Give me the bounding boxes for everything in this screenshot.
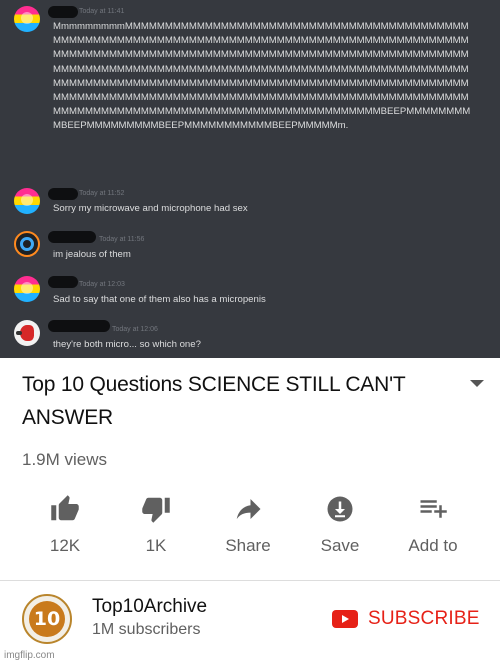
discord-chat: Today at 11:41 MmmmmmmmmMMMMMMMMMMMMMMMM… [0, 0, 500, 358]
redacted-username [48, 6, 78, 18]
message-timestamp: Today at 11:52 [79, 190, 125, 197]
thumbs-down-icon [142, 497, 170, 523]
video-title: Top 10 Questions SCIENCE STILL CAN'T ANS… [22, 373, 406, 429]
dislike-button[interactable]: 1K [119, 490, 193, 560]
portal-avatar[interactable] [14, 231, 40, 257]
message-timestamp: Today at 11:56 [99, 236, 145, 243]
save-icon [327, 496, 353, 522]
redacted-username [48, 320, 110, 332]
add-to-label: Add to [408, 536, 458, 555]
redacted-username [48, 276, 78, 288]
view-count: 1.9M views [22, 450, 108, 469]
share-button[interactable]: Share [211, 490, 285, 560]
subscribe-button[interactable]: SUBSCRIBE [332, 606, 492, 632]
like-count: 12K [49, 536, 81, 555]
redacted-username [48, 188, 78, 200]
message-timestamp: Today at 12:03 [79, 281, 125, 288]
message-text: Sad to say that one of them also has a m… [53, 294, 266, 305]
youtube-video-panel: Top 10 Questions SCIENCE STILL CAN'T ANS… [0, 358, 500, 664]
add-to-playlist-button[interactable]: Add to [396, 490, 470, 560]
message-text: MmmmmmmmmMMMMMMMMMMMMMMMMMMMMMMMMMMMMMMM… [53, 21, 471, 132]
dislike-count: 1K [145, 536, 167, 555]
add-to-playlist-icon [420, 500, 447, 518]
message-timestamp: Today at 12:06 [112, 326, 158, 333]
thumbs-up-icon [51, 495, 79, 521]
message-text: Sorry my microwave and microphone had se… [53, 203, 248, 214]
share-icon [236, 499, 261, 519]
message-text: im jealous of them [53, 249, 131, 260]
subscriber-count: 1M subscribers [92, 621, 201, 638]
channel-name[interactable]: Top10Archive [92, 596, 207, 618]
imgflip-watermark: imgflip.com [4, 650, 55, 661]
channel-row: 10 Top10Archive 1M subscribers SUBSCRIBE [0, 590, 500, 650]
message-text: they're both micro... so which one? [53, 339, 201, 350]
red-bird-avatar[interactable] [14, 320, 40, 346]
section-divider [0, 580, 500, 581]
message-timestamp: Today at 11:41 [79, 8, 125, 15]
expand-description-icon[interactable] [470, 380, 484, 387]
subscribe-label: SUBSCRIBE [368, 608, 480, 629]
save-button[interactable]: Save [303, 490, 377, 560]
like-button[interactable]: 12K [28, 490, 102, 560]
pansexual-flag-avatar[interactable] [14, 6, 40, 32]
youtube-play-icon [332, 610, 358, 628]
channel-logo-text: 10 [29, 601, 65, 637]
share-label: Share [225, 536, 271, 555]
video-actions-bar: 12K 1K Share Save Add to [0, 490, 500, 560]
pansexual-flag-avatar[interactable] [14, 188, 40, 214]
redacted-username [48, 231, 96, 243]
save-label: Save [320, 536, 360, 555]
channel-avatar[interactable]: 10 [22, 594, 72, 644]
pansexual-flag-avatar[interactable] [14, 276, 40, 302]
